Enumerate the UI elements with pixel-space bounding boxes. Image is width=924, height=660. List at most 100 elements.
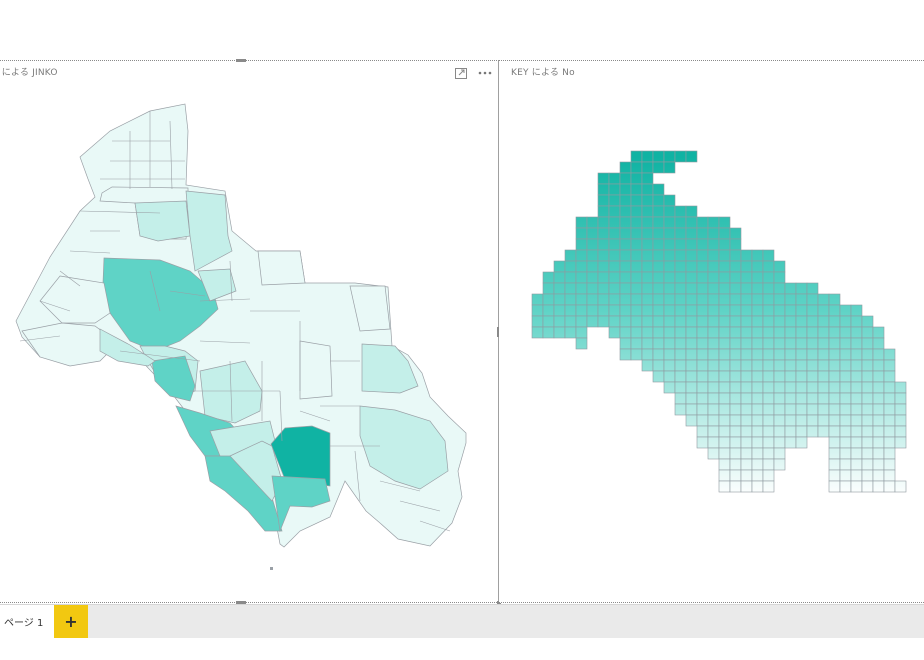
grid-tile[interactable] xyxy=(784,436,797,449)
grid-tile[interactable] xyxy=(850,348,863,361)
grid-tile[interactable] xyxy=(597,315,610,328)
grid-tile[interactable] xyxy=(696,238,709,251)
grid-tile[interactable] xyxy=(817,392,830,405)
grid-tile[interactable] xyxy=(872,370,885,383)
grid-tile[interactable] xyxy=(619,304,632,317)
grid-tile[interactable] xyxy=(850,469,863,482)
grid-tile[interactable] xyxy=(839,436,852,449)
grid-tile[interactable] xyxy=(773,293,786,306)
grid-tile[interactable] xyxy=(586,249,599,262)
grid-tile[interactable] xyxy=(641,216,654,229)
grid-tile[interactable] xyxy=(872,469,885,482)
grid-tile[interactable] xyxy=(674,348,687,361)
grid-tile[interactable] xyxy=(806,337,819,350)
grid-tile[interactable] xyxy=(828,414,841,427)
grid-tile[interactable] xyxy=(850,447,863,460)
grid-tile[interactable] xyxy=(894,414,907,427)
grid-tile[interactable] xyxy=(751,282,764,295)
grid-tile[interactable] xyxy=(839,348,852,361)
grid-tile[interactable] xyxy=(762,403,775,416)
grid-tile[interactable] xyxy=(762,414,775,427)
grid-tile[interactable] xyxy=(575,271,588,284)
grid-tile[interactable] xyxy=(762,447,775,460)
grid-tile[interactable] xyxy=(762,392,775,405)
grid-tile[interactable] xyxy=(718,271,731,284)
grid-tile[interactable] xyxy=(619,205,632,218)
grid-tile[interactable] xyxy=(564,282,577,295)
grid-tile[interactable] xyxy=(696,271,709,284)
grid-tile[interactable] xyxy=(773,282,786,295)
grid-tile[interactable] xyxy=(762,282,775,295)
grid-tile[interactable] xyxy=(718,216,731,229)
grid-tile[interactable] xyxy=(729,227,742,240)
grid-tile[interactable] xyxy=(619,161,632,174)
grid-tile[interactable] xyxy=(619,337,632,350)
grid-tile[interactable] xyxy=(872,337,885,350)
grid-tile[interactable] xyxy=(685,293,698,306)
grid-tile[interactable] xyxy=(773,392,786,405)
grid-tile[interactable] xyxy=(553,315,566,328)
grid-tile[interactable] xyxy=(839,337,852,350)
grid-tile[interactable] xyxy=(894,392,907,405)
grid-tile[interactable] xyxy=(872,326,885,339)
grid-tile[interactable] xyxy=(784,392,797,405)
grid-tile[interactable] xyxy=(674,381,687,394)
grid-tile[interactable] xyxy=(729,458,742,471)
grid-tile[interactable] xyxy=(641,271,654,284)
page-tab-1[interactable]: ページ 1 xyxy=(0,605,54,638)
map-region[interactable] xyxy=(299,340,333,400)
grid-tile[interactable] xyxy=(795,414,808,427)
grid-tile[interactable] xyxy=(817,337,830,350)
grid-tile[interactable] xyxy=(652,370,665,383)
grid-tile[interactable] xyxy=(817,348,830,361)
grid-tile[interactable] xyxy=(894,436,907,449)
grid-tile[interactable] xyxy=(817,370,830,383)
grid-tile[interactable] xyxy=(586,293,599,306)
grid-tile[interactable] xyxy=(630,315,643,328)
grid-tile[interactable] xyxy=(674,370,687,383)
grid-tile[interactable] xyxy=(630,271,643,284)
grid-tile[interactable] xyxy=(839,425,852,438)
grid-tile[interactable] xyxy=(795,315,808,328)
grid-tile[interactable] xyxy=(608,205,621,218)
grid-tile[interactable] xyxy=(718,381,731,394)
grid-tile[interactable] xyxy=(619,326,632,339)
grid-tile[interactable] xyxy=(685,304,698,317)
grid-tile[interactable] xyxy=(663,348,676,361)
grid-tile[interactable] xyxy=(740,282,753,295)
grid-tile[interactable] xyxy=(751,458,764,471)
choropleth-map[interactable] xyxy=(0,61,498,602)
grid-tile[interactable] xyxy=(894,403,907,416)
grid-tile[interactable] xyxy=(641,227,654,240)
grid-tile[interactable] xyxy=(564,326,577,339)
grid-tile[interactable] xyxy=(729,337,742,350)
grid-tile[interactable] xyxy=(795,282,808,295)
grid-tile[interactable] xyxy=(872,414,885,427)
grid-tile[interactable] xyxy=(817,293,830,306)
grid-tile[interactable] xyxy=(729,249,742,262)
grid-tile[interactable] xyxy=(652,205,665,218)
grid-tile[interactable] xyxy=(630,161,643,174)
grid-tile[interactable] xyxy=(597,205,610,218)
grid-tile[interactable] xyxy=(872,392,885,405)
grid-tile[interactable] xyxy=(696,392,709,405)
grid-tile[interactable] xyxy=(707,425,720,438)
grid-tile[interactable] xyxy=(641,194,654,207)
grid-tile[interactable] xyxy=(773,337,786,350)
grid-tile[interactable] xyxy=(663,194,676,207)
grid-tile[interactable] xyxy=(762,249,775,262)
grid-tile[interactable] xyxy=(773,359,786,372)
grid-tile[interactable] xyxy=(542,304,555,317)
grid-tile[interactable] xyxy=(641,337,654,350)
grid-tile[interactable] xyxy=(773,403,786,416)
grid-tile[interactable] xyxy=(674,337,687,350)
grid-tile[interactable] xyxy=(839,458,852,471)
grid-tile[interactable] xyxy=(740,381,753,394)
grid-tile[interactable] xyxy=(740,447,753,460)
grid-tile[interactable] xyxy=(641,304,654,317)
grid-tile[interactable] xyxy=(828,447,841,460)
grid-tile[interactable] xyxy=(839,304,852,317)
grid-tile[interactable] xyxy=(784,381,797,394)
grid-tile[interactable] xyxy=(674,271,687,284)
grid-tile[interactable] xyxy=(652,271,665,284)
